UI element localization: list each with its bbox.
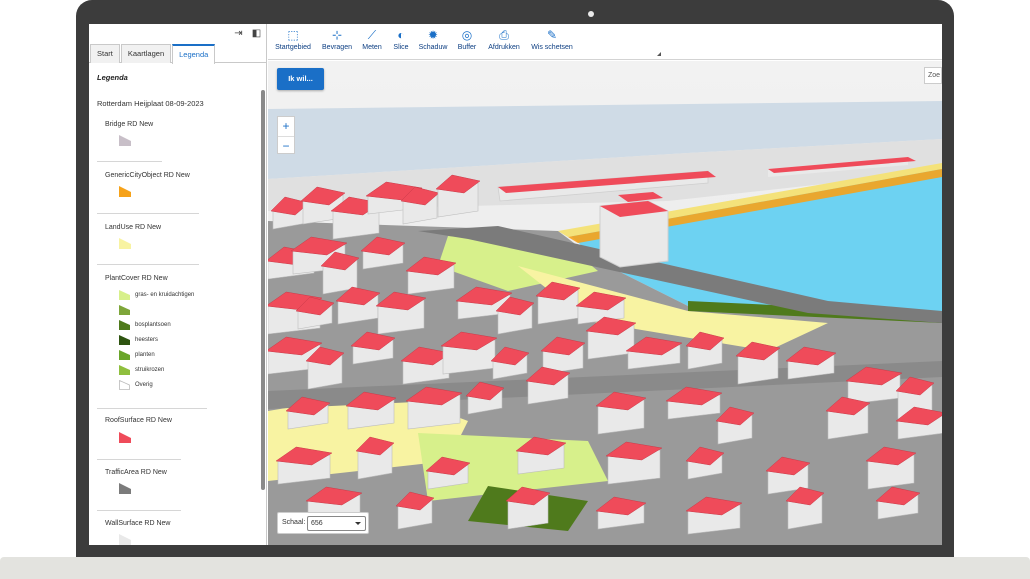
meten-label: Meten — [362, 44, 382, 51]
wis-schetsen-label: Wis schetsen — [531, 44, 573, 51]
trafficarea-swatch-icon — [119, 483, 131, 494]
ik-wil-button[interactable]: Ik wil... — [277, 68, 324, 90]
buffer-dropdown-icon[interactable] — [657, 52, 661, 56]
sun-shadow-icon: ✹ — [427, 28, 439, 42]
zoom-control: + − — [277, 116, 295, 154]
legend-layer-genericcityobject: GenericCityObject RD New — [105, 172, 190, 179]
laptop-base — [0, 557, 1030, 579]
printer-icon: ⎙ — [499, 28, 509, 42]
legend-divider — [97, 408, 207, 409]
scale-select[interactable]: 656 — [307, 516, 366, 531]
buffer-button[interactable]: ◎ Buffer — [456, 28, 478, 58]
tab-kaartlagen[interactable]: Kaartlagen — [120, 44, 172, 63]
schaduw-label: Schaduw — [418, 44, 448, 51]
afdrukken-button[interactable]: ⎙ Afdrukken — [486, 28, 522, 58]
map-3d-scene — [268, 61, 942, 545]
home-area-icon: ⬚ — [287, 28, 299, 42]
sidebar-panel: ⇥ ◧ Start Kaartlagen Legenda Legenda Rot… — [89, 24, 267, 545]
overig-swatch-icon — [119, 380, 130, 390]
sidebar-header: ⇥ ◧ — [89, 24, 267, 44]
startgebied-label: Startgebied — [275, 44, 311, 51]
legend-layer-roofsurface: RoofSurface RD New — [105, 417, 172, 424]
tab-legenda[interactable]: Legenda — [172, 44, 216, 64]
class-label-heesters: heesters — [135, 337, 159, 343]
scale-control: Schaal: 656 — [277, 512, 369, 534]
class-label-bosplantsoen: bosplantsoen — [135, 322, 171, 328]
class-label-planten: planten — [135, 352, 155, 358]
planten-swatch-icon — [119, 350, 130, 360]
slice-icon: ◐ — [397, 28, 405, 42]
legend-layer-landuse: LandUse RD New — [105, 224, 162, 231]
legend-layer-wallsurface: WallSurface RD New — [105, 520, 171, 527]
query-info-icon: ⊹ — [331, 28, 343, 42]
legend-divider — [97, 264, 199, 265]
legend-scrollbar[interactable] — [261, 90, 265, 490]
slice-label: Slice — [393, 44, 409, 51]
scale-label: Schaal: — [282, 519, 306, 526]
legend-title: Legenda — [97, 73, 128, 82]
buffer-icon: ◎ — [461, 28, 473, 42]
legend-layer-trafficarea: TrafficArea RD New — [105, 469, 167, 476]
scale-value: 656 — [311, 520, 323, 527]
legend-divider — [97, 510, 181, 511]
slice-button[interactable]: ◐ Slice — [392, 28, 410, 58]
bridge-swatch-icon — [119, 135, 131, 146]
tab-start[interactable]: Start — [90, 44, 120, 63]
dock-icon[interactable]: ◧ — [251, 28, 262, 39]
startgebied-button[interactable]: ⬚ Startgebied — [274, 28, 312, 58]
app-screen: ⇥ ◧ Start Kaartlagen Legenda Legenda Rot… — [89, 24, 942, 545]
landuse-swatch-icon — [119, 238, 131, 249]
zoom-in-button[interactable]: + — [278, 117, 294, 135]
legend-layer-plantcover: PlantCover RD New — [105, 275, 168, 282]
zoom-out-button[interactable]: − — [278, 136, 294, 154]
buffer-label: Buffer — [457, 44, 477, 51]
legend-divider — [97, 459, 181, 460]
class-label-overig: Overig — [135, 382, 153, 388]
meten-button[interactable]: ⟋ Meten — [361, 28, 383, 58]
map-view[interactable]: Ik wil... + − Zoe Schaal: 656 — [268, 61, 942, 545]
class-label-struikrozen: struikrozen — [135, 367, 165, 373]
plantcover-swatch-icon — [119, 305, 130, 315]
camera-dot — [588, 11, 594, 17]
legend-layer-bridge: Bridge RD New — [105, 121, 154, 128]
wallsurface-swatch-icon — [119, 534, 131, 545]
wis-schetsen-button[interactable]: ✎ Wis schetsen — [530, 28, 574, 58]
schaduw-button[interactable]: ✹ Schaduw — [418, 28, 448, 58]
legend-dataset: Rotterdam Heijplaat 08-09-2023 — [97, 99, 204, 108]
struikrozen-swatch-icon — [119, 365, 130, 375]
measure-icon: ⟋ — [367, 28, 377, 42]
bosplantsoen-swatch-icon — [119, 320, 130, 330]
legend-divider — [97, 213, 199, 214]
genericcityobject-swatch-icon — [119, 186, 131, 197]
legend-divider — [97, 161, 162, 162]
chevron-down-icon — [355, 522, 361, 525]
search-input[interactable]: Zoe — [924, 67, 942, 84]
heesters-swatch-icon — [119, 335, 130, 345]
afdrukken-label: Afdrukken — [488, 44, 520, 51]
legend-panel: Legenda Rotterdam Heijplaat 08-09-2023 B… — [89, 64, 261, 545]
bevragen-label: Bevragen — [322, 44, 352, 51]
grass-swatch-icon — [119, 290, 130, 300]
sidebar-tabs: Start Kaartlagen Legenda — [89, 44, 267, 64]
erase-sketch-icon: ✎ — [546, 28, 558, 42]
toolbar: ⬚ Startgebied ⊹ Bevragen ⟋ Meten ◐ Slice… — [268, 24, 942, 60]
collapse-icon[interactable]: ⇥ — [233, 28, 244, 39]
class-label-grass: gras- en kruidachtigen — [135, 292, 195, 298]
roofsurface-swatch-icon — [119, 432, 131, 443]
bevragen-button[interactable]: ⊹ Bevragen — [321, 28, 353, 58]
